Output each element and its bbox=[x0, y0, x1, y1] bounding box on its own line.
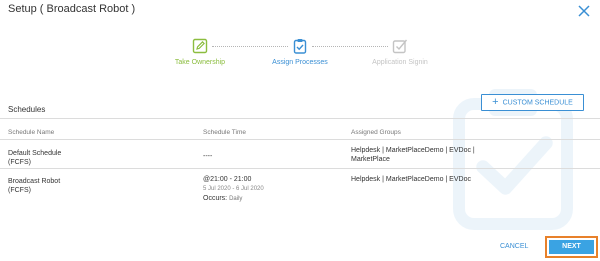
schedule-name: Broadcast Robot (FCFS) bbox=[8, 177, 60, 195]
step-take-ownership[interactable]: Take Ownership bbox=[150, 38, 250, 66]
schedule-time: @21:00 - 21:00 bbox=[203, 176, 252, 183]
schedule-name-line: Broadcast Robot bbox=[8, 178, 61, 185]
schedule-time: ---- bbox=[203, 153, 213, 160]
assigned-groups: Helpdesk | MarketPlaceDemo | EVDoc bbox=[351, 175, 471, 184]
step-label: Assign Processes bbox=[272, 59, 328, 66]
groups-line: MarketPlace bbox=[351, 156, 390, 163]
column-header-groups: Assigned Groups bbox=[351, 129, 401, 136]
custom-schedule-button[interactable]: + CUSTOM SCHEDULE bbox=[481, 94, 584, 111]
checkbox-pen-icon bbox=[392, 39, 408, 54]
step-label: Take Ownership bbox=[174, 59, 226, 66]
custom-schedule-label: CUSTOM SCHEDULE bbox=[502, 99, 573, 107]
schedule-type: (FCFS) bbox=[8, 159, 31, 166]
divider bbox=[0, 118, 600, 119]
divider bbox=[0, 168, 600, 169]
column-header-time: Schedule Time bbox=[203, 129, 246, 136]
schedule-occurs: Occurs: Daily bbox=[203, 194, 242, 204]
close-icon[interactable] bbox=[577, 4, 591, 18]
groups-line: Helpdesk | MarketPlaceDemo | EVDoc | bbox=[351, 147, 475, 154]
assigned-groups: Helpdesk | MarketPlaceDemo | EVDoc | Mar… bbox=[351, 146, 475, 164]
dialog-title: Setup ( Broadcast Robot ) bbox=[8, 3, 136, 15]
schedule-name-line: Default Schedule bbox=[8, 150, 62, 157]
occurs-value: Daily bbox=[229, 196, 243, 202]
groups-line: Helpdesk | MarketPlaceDemo | EVDoc bbox=[351, 176, 471, 183]
occurs-label: Occurs: bbox=[203, 195, 228, 202]
setup-dialog: Setup ( Broadcast Robot ) Take Ownership… bbox=[0, 0, 600, 261]
step-assign-processes[interactable]: Assign Processes bbox=[250, 38, 350, 66]
schedule-name: Default Schedule (FCFS) bbox=[8, 149, 61, 167]
setup-stepper: Take Ownership Assign Processes Applicat… bbox=[150, 38, 450, 78]
edit-icon bbox=[192, 38, 208, 54]
clipboard-check-icon bbox=[293, 39, 307, 54]
step-application-signin[interactable]: Application Signin bbox=[350, 38, 450, 66]
schedule-date-range: 5 Jul 2020 - 6 Jul 2020 bbox=[203, 186, 264, 192]
plus-icon: + bbox=[492, 96, 499, 108]
next-button-label: NEXT bbox=[549, 240, 594, 254]
next-button[interactable]: NEXT bbox=[545, 236, 598, 258]
step-label: Application Signin bbox=[372, 59, 428, 66]
section-title: Schedules bbox=[8, 105, 46, 114]
cancel-button[interactable]: CANCEL bbox=[500, 243, 528, 250]
column-header-name: Schedule Name bbox=[8, 129, 55, 136]
divider bbox=[0, 139, 600, 140]
schedule-type: (FCFS) bbox=[8, 187, 31, 194]
